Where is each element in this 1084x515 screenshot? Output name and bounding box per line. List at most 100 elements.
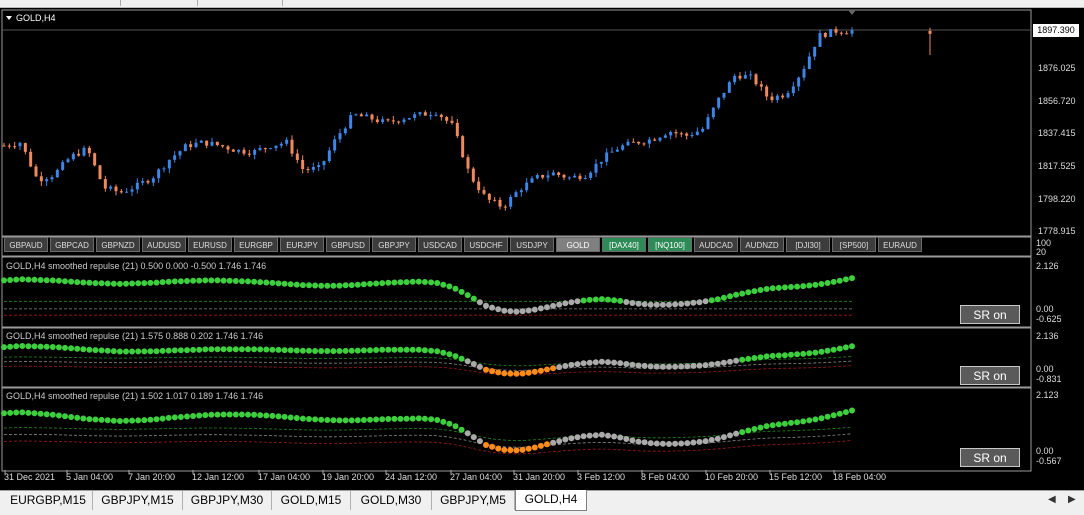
indicator-dot xyxy=(43,343,50,350)
indicator-dot xyxy=(202,346,209,353)
indicator-dot xyxy=(49,277,56,284)
candle-body xyxy=(509,196,513,207)
candle-body xyxy=(306,169,310,171)
symbol-button[interactable]: GBPNZD xyxy=(96,237,140,252)
candle-body xyxy=(135,182,139,190)
symbol-button[interactable]: GBPAUD xyxy=(4,237,48,252)
symbol-button[interactable]: AUDNZD xyxy=(740,237,784,252)
tab-gbpjpy-m15[interactable]: GBPJPY,M15 xyxy=(93,491,183,510)
indicator-dot xyxy=(421,279,428,285)
symbol-button[interactable]: GOLD xyxy=(556,237,600,252)
indicator-dot xyxy=(184,413,190,420)
indicator-dot xyxy=(184,347,190,354)
indicator-dot xyxy=(440,281,447,288)
candle-body xyxy=(103,179,107,189)
indicator-dot xyxy=(415,415,422,422)
indicator-dot xyxy=(324,348,331,354)
candle-body xyxy=(50,177,54,180)
indicator-dot xyxy=(98,347,105,354)
candle-body xyxy=(445,117,449,121)
tab-gold-m30[interactable]: GOLD,M30 xyxy=(351,491,432,510)
indicator-dot xyxy=(781,420,788,427)
indicator-dot xyxy=(123,417,129,424)
indicator-dot xyxy=(446,283,453,290)
indicator-dot xyxy=(550,439,557,446)
candle-body xyxy=(71,153,75,160)
indicator-dot xyxy=(232,278,239,284)
candle-body xyxy=(711,107,715,118)
symbol-button[interactable]: EURUSD xyxy=(188,237,232,252)
scroll-left-icon[interactable]: ◀ xyxy=(1048,494,1056,505)
indicator-dot xyxy=(116,280,123,287)
indicator-dot xyxy=(672,301,679,308)
candle-body xyxy=(482,190,486,194)
tab-eurgbp-m15[interactable]: EURGBP,M15 xyxy=(4,491,93,510)
symbol-button[interactable]: EURGBP xyxy=(234,237,278,252)
indicator-dot xyxy=(367,280,373,287)
candle-body xyxy=(621,145,625,150)
indicator-dot xyxy=(476,438,483,445)
indicator-dot xyxy=(556,364,563,371)
indicator-dot xyxy=(617,434,624,441)
current-price-tag: 1897.390 xyxy=(1033,24,1079,37)
indicator-dot xyxy=(714,435,721,442)
sr-on-button-1[interactable]: SR on xyxy=(960,305,1020,324)
symbol-button[interactable]: USDCHF xyxy=(464,237,508,252)
symbol-button[interactable]: GBPUSD xyxy=(326,237,370,252)
symbol-button[interactable]: AUDUSD xyxy=(142,237,186,252)
indicator-dot xyxy=(25,343,32,350)
tab-gbpjpy-m5[interactable]: GBPJPY,M5 xyxy=(432,491,515,510)
indicator-dot xyxy=(659,363,666,370)
candle-body xyxy=(66,159,70,163)
candle-body xyxy=(290,139,294,154)
indicator-dot xyxy=(165,347,172,354)
tab-gold-h4[interactable]: GOLD,H4 xyxy=(515,490,587,511)
indicator-dot xyxy=(623,299,630,305)
symbol-button[interactable]: GBPCAD xyxy=(50,237,94,252)
ind2-scale-top: 2.136 xyxy=(1036,331,1059,341)
indicator-dot xyxy=(1,344,7,351)
indicator-dot xyxy=(190,346,197,353)
candle-body xyxy=(87,147,91,154)
indicator-dot xyxy=(336,282,343,289)
indicator-dot xyxy=(531,306,538,313)
candle-body xyxy=(653,139,657,141)
indicator-dot xyxy=(141,280,148,287)
indicator-dot xyxy=(348,282,355,289)
indicator-dot xyxy=(659,301,666,308)
candle-body xyxy=(818,33,822,47)
symbol-button[interactable]: [SP500] xyxy=(832,237,876,252)
candle-body xyxy=(311,166,315,170)
symbol-button[interactable]: USDCAD xyxy=(418,237,462,252)
scroll-right-icon[interactable]: ▶ xyxy=(1068,494,1076,505)
symbol-button[interactable]: AUDCAD xyxy=(694,237,738,252)
indicator-dot xyxy=(580,433,587,440)
indicator-dot xyxy=(190,413,197,419)
candle-body xyxy=(317,165,321,167)
indicator-dot xyxy=(440,418,447,425)
symbol-button[interactable]: [DAX40] xyxy=(602,237,646,252)
symbol-button[interactable]: GBPJPY xyxy=(372,237,416,252)
chart-title: GOLD,H4 xyxy=(16,13,56,23)
indicator-dot xyxy=(269,346,276,353)
indicator-dot xyxy=(226,346,233,353)
symbol-button[interactable]: [DJI30] xyxy=(786,237,830,252)
indicator-dot xyxy=(598,358,605,365)
sr-on-button-2[interactable]: SR on xyxy=(960,366,1020,385)
indicator-dot xyxy=(147,279,154,286)
symbol-button[interactable]: [NQ100] xyxy=(648,237,692,252)
symbol-button[interactable]: EURJPY xyxy=(280,237,324,252)
indicator-dot xyxy=(86,416,93,423)
sr-on-button-3[interactable]: SR on xyxy=(960,448,1020,467)
tab-gold-m15[interactable]: GOLD,M15 xyxy=(272,491,351,510)
candle-body xyxy=(210,141,214,146)
tab-gbpjpy-m30[interactable]: GBPJPY,M30 xyxy=(183,491,272,510)
indicator-dot xyxy=(306,282,312,289)
indicator-dot xyxy=(31,343,38,350)
main-price-panel xyxy=(1,9,1032,237)
indicator-dot xyxy=(367,347,373,354)
symbol-button[interactable]: EURAUD xyxy=(878,237,922,252)
symbol-button[interactable]: USDJPY xyxy=(510,237,554,252)
candle-body xyxy=(461,136,465,158)
indicator-dot xyxy=(403,279,410,286)
